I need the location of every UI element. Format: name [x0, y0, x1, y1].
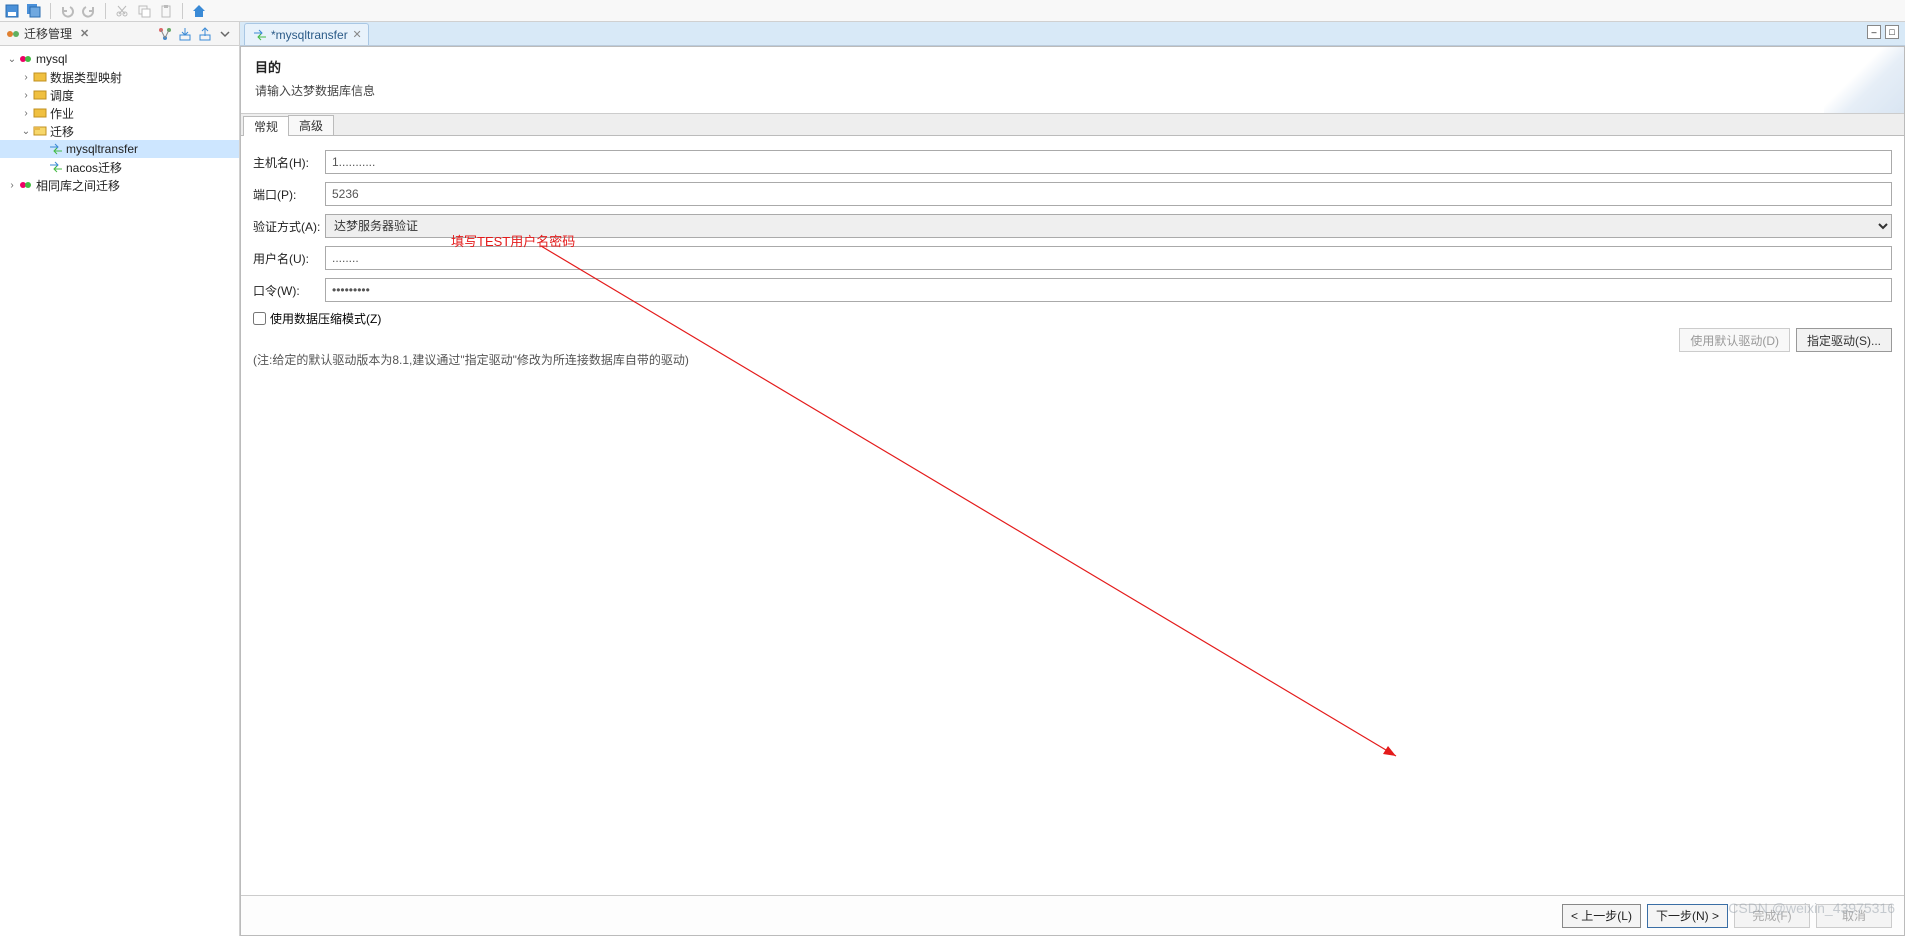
driver-note: (注:给定的默认驱动版本为8.1,建议通过"指定驱动"修改为所连接数据库自带的驱… — [253, 351, 1892, 368]
header-decoration — [1824, 47, 1904, 113]
app-toolbar — [0, 0, 1905, 22]
port-input[interactable] — [325, 182, 1892, 206]
host-input[interactable] — [325, 150, 1892, 174]
cut-icon[interactable] — [114, 3, 130, 19]
editor-tab-mysqltransfer[interactable]: *mysqltransfer ✕ — [244, 23, 369, 45]
finish-button[interactable]: 完成(F) — [1734, 904, 1810, 928]
auth-select[interactable]: 达梦服务器验证 — [325, 214, 1892, 238]
sidebar: 迁移管理 ✕ ⌄ mysql › 数据类型映射 › — [0, 22, 240, 936]
sidebar-title: 迁移管理 — [24, 25, 72, 42]
migration-mgmt-icon — [6, 27, 20, 41]
wizard-footer: < 上一步(L) 下一步(N) > 完成(F) 取消 — [241, 895, 1904, 935]
sub-tabs: 常规 高级 — [241, 114, 1904, 136]
tree-node-jobs[interactable]: › 作业 — [0, 104, 239, 122]
undo-icon[interactable] — [59, 3, 75, 19]
next-button[interactable]: 下一步(N) > — [1647, 904, 1728, 928]
save-icon[interactable] — [4, 3, 20, 19]
paste-icon[interactable] — [158, 3, 174, 19]
redo-icon[interactable] — [81, 3, 97, 19]
sidebar-view-close-icon[interactable]: ✕ — [80, 27, 89, 40]
tree-node-migration[interactable]: ⌄ 迁移 — [0, 122, 239, 140]
specify-driver-button[interactable]: 指定驱动(S)... — [1796, 328, 1892, 352]
password-input[interactable] — [325, 278, 1892, 302]
home-icon[interactable] — [191, 3, 207, 19]
wizard-subtitle: 请输入达梦数据库信息 — [255, 82, 1890, 99]
tree: ⌄ mysql › 数据类型映射 › 调度 › 作业 ⌄ — [0, 46, 239, 198]
tree-nodes-icon[interactable] — [157, 26, 173, 42]
use-default-driver-button[interactable]: 使用默认驱动(D) — [1679, 328, 1790, 352]
sub-tab-general[interactable]: 常规 — [243, 116, 289, 136]
tree-node-mysqltransfer[interactable]: mysqltransfer — [0, 140, 239, 158]
tree-node-schedule[interactable]: › 调度 — [0, 86, 239, 104]
view-menu-icon[interactable] — [217, 26, 233, 42]
wizard-header: 目的 请输入达梦数据库信息 — [241, 47, 1904, 114]
transfer-icon — [48, 142, 64, 156]
form-area: 主机名(H): 端口(P): 验证方式(A): 达梦服务器验证 用户名(U): … — [241, 136, 1904, 895]
username-input[interactable] — [325, 246, 1892, 270]
sidebar-header: 迁移管理 ✕ — [0, 22, 239, 46]
wizard-title: 目的 — [255, 57, 1890, 76]
import-icon[interactable] — [177, 26, 193, 42]
host-label: 主机名(H): — [253, 154, 325, 171]
editor-tabs: *mysqltransfer ✕ ‒ □ — [240, 22, 1905, 46]
editor-maximize-icon[interactable]: □ — [1885, 25, 1899, 39]
save-all-icon[interactable] — [26, 3, 42, 19]
port-label: 端口(P): — [253, 186, 325, 203]
transfer-icon — [253, 29, 267, 41]
user-label: 用户名(U): — [253, 250, 325, 267]
wizard-page: 目的 请输入达梦数据库信息 常规 高级 主机名(H): 端口(P): 验证方式( — [240, 46, 1905, 936]
tab-close-icon[interactable]: ✕ — [352, 28, 361, 41]
compress-label: 使用数据压缩模式(Z) — [270, 310, 381, 327]
sub-tab-advanced[interactable]: 高级 — [288, 115, 334, 135]
prev-button[interactable]: < 上一步(L) — [1562, 904, 1641, 928]
transfer-icon — [48, 160, 64, 174]
tree-node-mysql[interactable]: ⌄ mysql — [0, 50, 239, 68]
editor-area: *mysqltransfer ✕ ‒ □ 目的 请输入达梦数据库信息 常规 高级… — [240, 22, 1905, 936]
cancel-button[interactable]: 取消 — [1816, 904, 1892, 928]
copy-icon[interactable] — [136, 3, 152, 19]
auth-label: 验证方式(A): — [253, 218, 325, 235]
tree-node-nacos[interactable]: nacos迁移 — [0, 158, 239, 176]
export-icon[interactable] — [197, 26, 213, 42]
editor-tab-label: *mysqltransfer — [271, 28, 348, 42]
compress-checkbox[interactable] — [253, 312, 266, 325]
password-label: 口令(W): — [253, 282, 325, 299]
editor-minimize-icon[interactable]: ‒ — [1867, 25, 1881, 39]
tree-node-samedb[interactable]: › 相同库之间迁移 — [0, 176, 239, 194]
tree-node-datatype-mapping[interactable]: › 数据类型映射 — [0, 68, 239, 86]
